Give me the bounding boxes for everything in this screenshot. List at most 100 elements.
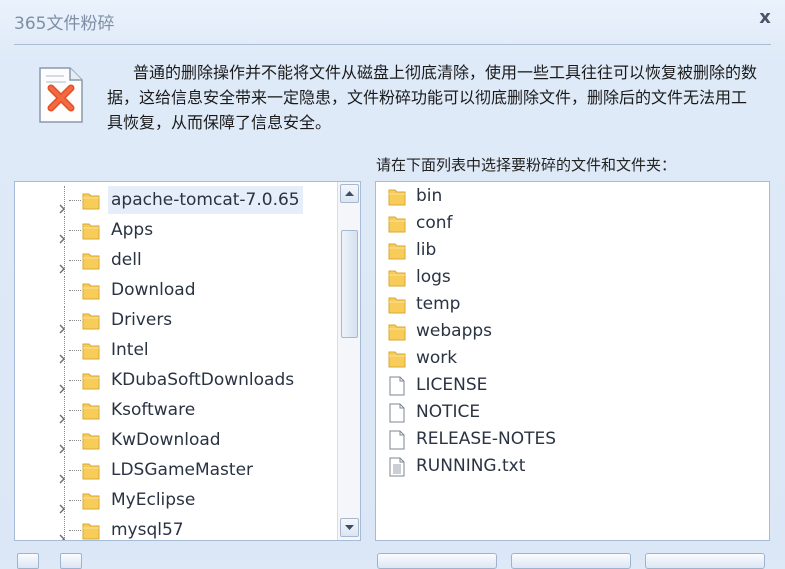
- tree-item-label: apache-tomcat-7.0.65: [108, 186, 303, 214]
- chevron-down-icon: [345, 525, 354, 530]
- folder-icon: [388, 214, 406, 234]
- expand-chevron-icon[interactable]: [57, 435, 67, 454]
- folder-icon: [82, 521, 100, 540]
- file-list-item[interactable]: NOTICE: [376, 399, 756, 426]
- refresh-button[interactable]: [17, 553, 39, 569]
- scroll-thumb[interactable]: [341, 230, 358, 338]
- file-list-panel[interactable]: bin conf lib logs temp webapps work LICENSE NOTI…: [375, 181, 770, 541]
- tree-item[interactable]: Apps: [15, 216, 345, 244]
- tree-item-label: KDubaSoftDownloads: [111, 370, 295, 390]
- tree-item[interactable]: Intel: [15, 336, 345, 364]
- file-item-label: webapps: [416, 321, 493, 341]
- chevron-up-icon: [345, 191, 354, 196]
- tree-item[interactable]: Download: [15, 276, 345, 304]
- tree-connector: [69, 350, 81, 351]
- tree-item[interactable]: KDubaSoftDownloads: [15, 366, 345, 394]
- expand-chevron-icon[interactable]: [57, 255, 67, 274]
- footer-button-3[interactable]: [645, 553, 765, 569]
- tree-item[interactable]: Drivers: [15, 306, 345, 334]
- folder-tree-scrollbar[interactable]: [337, 182, 360, 540]
- tree-item-label: Apps: [111, 220, 154, 240]
- file-icon: [388, 403, 406, 423]
- folder-icon: [82, 371, 100, 390]
- folder-icon: [388, 295, 406, 315]
- tree-item-label: KwDownload: [111, 430, 221, 450]
- tree-connector: [69, 200, 81, 201]
- expand-chevron-icon[interactable]: [57, 225, 67, 244]
- tree-connector: [69, 320, 81, 321]
- folder-tree-panel[interactable]: apache-tomcat-7.0.65 Apps dell Download Driv…: [14, 181, 361, 541]
- folder-icon: [82, 221, 100, 240]
- file-item-label: temp: [416, 294, 461, 314]
- folder-icon: [82, 461, 100, 480]
- tree-connector: [69, 470, 81, 471]
- tree-item[interactable]: apache-tomcat-7.0.65: [15, 186, 345, 214]
- file-list-item[interactable]: conf: [376, 210, 756, 237]
- tree-item-label: MyEclipse: [111, 490, 196, 510]
- folder-icon: [82, 401, 100, 420]
- file-item-label: RELEASE-NOTES: [416, 429, 557, 449]
- tree-guide-line: [64, 276, 65, 304]
- tree-item[interactable]: Ksoftware: [15, 396, 345, 424]
- folder-icon: [82, 431, 100, 450]
- file-list-item[interactable]: temp: [376, 291, 756, 318]
- tree-item-label: LDSGameMaster: [111, 460, 254, 480]
- tree-connector: [69, 380, 81, 381]
- file-item-label: RUNNING.txt: [416, 456, 526, 476]
- window-title: 365文件粉碎: [14, 14, 115, 34]
- folder-icon: [82, 341, 100, 360]
- folder-icon: [388, 241, 406, 261]
- folder-icon: [388, 268, 406, 288]
- tree-item[interactable]: mysql57: [15, 516, 345, 540]
- browse-button[interactable]: [60, 553, 82, 569]
- expand-chevron-icon[interactable]: [57, 405, 67, 424]
- folder-icon: [82, 281, 100, 300]
- tree-connector: [69, 410, 81, 411]
- tree-item-label: Ksoftware: [111, 400, 196, 420]
- text-file-icon: [388, 457, 406, 477]
- file-item-label: LICENSE: [416, 375, 488, 395]
- file-list-item[interactable]: bin: [376, 183, 756, 210]
- tree-item[interactable]: LDSGameMaster: [15, 456, 345, 484]
- tree-item[interactable]: MyEclipse: [15, 486, 345, 514]
- expand-chevron-icon[interactable]: [57, 195, 67, 214]
- tree-item-label: Drivers: [111, 310, 173, 330]
- shred-dialog: 365文件粉碎 x 普通的删除操作并不能将文件从磁盘上彻底清除，使用一些工具往往…: [0, 0, 785, 569]
- footer-button-2[interactable]: [511, 553, 631, 569]
- tree-item-label: Intel: [111, 340, 149, 360]
- tree-connector: [69, 230, 81, 231]
- expand-chevron-icon[interactable]: [57, 315, 67, 334]
- tree-connector: [69, 440, 81, 441]
- folder-icon: [388, 187, 406, 207]
- file-list-caption: 请在下面列表中选择要粉碎的文件和文件夹：: [376, 156, 677, 174]
- file-item-label: NOTICE: [416, 402, 481, 422]
- expand-chevron-icon[interactable]: [57, 345, 67, 364]
- folder-icon: [82, 191, 100, 210]
- file-list-item[interactable]: logs: [376, 264, 756, 291]
- scroll-up-button[interactable]: [340, 184, 359, 203]
- expand-chevron-icon[interactable]: [57, 465, 67, 484]
- file-list-item[interactable]: webapps: [376, 318, 756, 345]
- expand-chevron-icon[interactable]: [57, 375, 67, 394]
- tree-item[interactable]: dell: [15, 246, 345, 274]
- footer-button-1[interactable]: [377, 553, 497, 569]
- title-divider: [14, 44, 771, 45]
- tree-connector: [69, 290, 81, 291]
- tree-item-label: dell: [111, 250, 142, 270]
- file-item-label: conf: [416, 213, 453, 233]
- file-list-item[interactable]: lib: [376, 237, 756, 264]
- description-text: 普通的删除操作并不能将文件从磁盘上彻底清除，使用一些工具往往可以恢复被删除的数据…: [107, 63, 758, 132]
- file-list-item[interactable]: RUNNING.txt: [376, 453, 756, 480]
- file-item-label: logs: [416, 267, 451, 287]
- tree-item[interactable]: KwDownload: [15, 426, 345, 454]
- file-list-item[interactable]: work: [376, 345, 756, 372]
- file-item-label: work: [416, 348, 458, 368]
- close-button[interactable]: x: [755, 7, 775, 29]
- file-list-item[interactable]: LICENSE: [376, 372, 756, 399]
- scroll-down-button[interactable]: [340, 518, 359, 537]
- file-list-item[interactable]: RELEASE-NOTES: [376, 426, 756, 453]
- folder-icon: [82, 251, 100, 270]
- expand-chevron-icon[interactable]: [57, 525, 67, 540]
- expand-chevron-icon[interactable]: [57, 495, 67, 514]
- tree-item-label: mysql57: [111, 520, 184, 540]
